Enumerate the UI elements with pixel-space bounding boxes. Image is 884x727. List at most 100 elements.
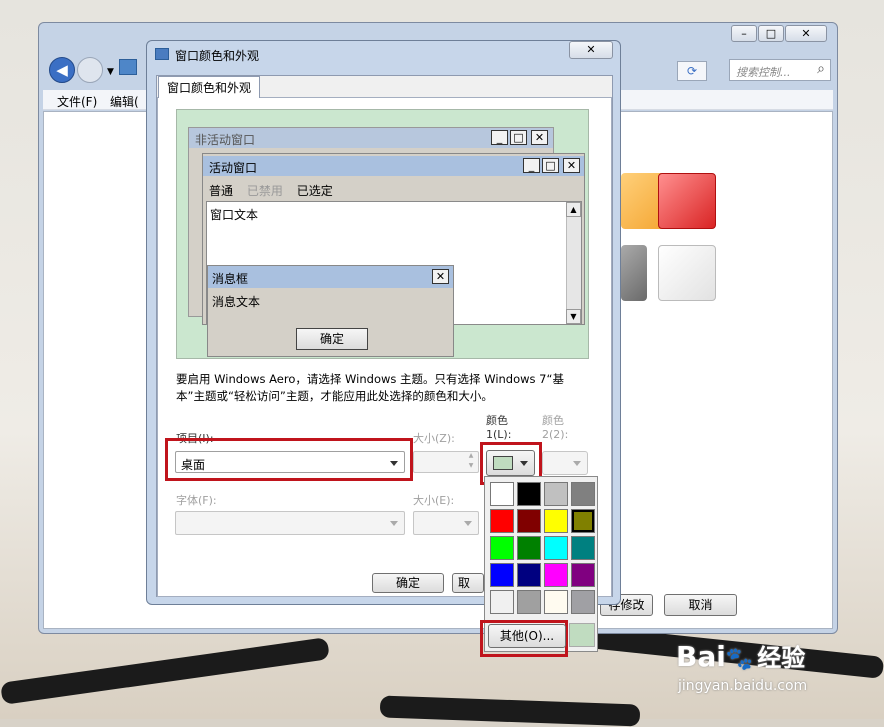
color-swatch[interactable] bbox=[517, 482, 541, 506]
color-swatch[interactable] bbox=[490, 509, 514, 533]
minimize-icon: _ bbox=[491, 130, 508, 145]
refresh-icon[interactable]: ⟳ bbox=[677, 61, 707, 81]
search-placeholder: 搜索控制... bbox=[736, 66, 791, 79]
close-icon: ✕ bbox=[531, 130, 548, 145]
window-text: 窗口文本 bbox=[210, 208, 259, 222]
inactive-title: 非活动窗口 bbox=[195, 133, 256, 147]
theme-color-tile[interactable] bbox=[621, 245, 647, 301]
menu-edit[interactable]: 编辑( bbox=[110, 93, 139, 110]
cancel-button[interactable]: 取 bbox=[452, 573, 484, 593]
other-colors-button[interactable]: 其他(O)... bbox=[488, 624, 566, 648]
color-swatch[interactable] bbox=[517, 590, 541, 614]
dialog-close-button[interactable]: ✕ bbox=[569, 41, 613, 59]
active-title-bar: 活动窗口 _ □ ✕ bbox=[203, 156, 584, 176]
forward-icon[interactable] bbox=[77, 57, 103, 83]
preview-menu: 普通 已禁用 已选定 bbox=[209, 182, 333, 199]
maximize-icon: □ bbox=[510, 130, 527, 145]
baidu-brand-cn: 经验 bbox=[757, 644, 806, 672]
chevron-down-icon bbox=[573, 461, 581, 466]
ok-label: 确定 bbox=[395, 576, 420, 590]
menu-disabled: 已禁用 bbox=[246, 184, 283, 198]
info-line: 要启用 Windows Aero，请选择 Windows 主题。只有选择 Win… bbox=[176, 372, 564, 386]
history-dropdown-icon[interactable]: ▼ bbox=[107, 67, 114, 77]
message-title-bar: 消息框 ✕ bbox=[208, 266, 453, 288]
close-icon: ✕ bbox=[563, 158, 580, 173]
back-icon[interactable]: ◀ bbox=[49, 57, 75, 83]
paw-icon: 🐾 bbox=[725, 647, 754, 672]
color1-label: 颜色 bbox=[486, 414, 508, 427]
info-text: 要启用 Windows Aero，请选择 Windows 主题。只有选择 Win… bbox=[176, 371, 606, 405]
font-size-select bbox=[413, 511, 479, 535]
color-swatch[interactable] bbox=[517, 536, 541, 560]
maximize-button[interactable]: □ bbox=[758, 25, 784, 42]
color1-label-key: 1(L): bbox=[486, 428, 512, 441]
color1-button[interactable] bbox=[486, 450, 535, 476]
theme-color-tile[interactable] bbox=[658, 173, 716, 229]
inactive-title-bar: 非活动窗口 _ □ ✕ bbox=[189, 128, 553, 148]
font-label: 字体(F): bbox=[176, 494, 217, 507]
control-panel-icon bbox=[119, 59, 137, 75]
message-ok-label: 确定 bbox=[319, 332, 344, 346]
color-swatch[interactable] bbox=[571, 482, 595, 506]
close-button[interactable]: ✕ bbox=[785, 25, 827, 42]
theme-color-tile[interactable] bbox=[658, 245, 716, 301]
color1-swatch bbox=[493, 456, 513, 470]
color-swatch[interactable] bbox=[544, 590, 568, 614]
scrollbar-track bbox=[566, 217, 581, 309]
font-select bbox=[175, 511, 405, 535]
cancel-button[interactable]: 取消 bbox=[664, 594, 737, 616]
active-title: 活动窗口 bbox=[209, 161, 258, 175]
color-swatch[interactable] bbox=[544, 509, 568, 533]
color-swatch[interactable] bbox=[571, 536, 595, 560]
cancel-label: 取消 bbox=[688, 598, 713, 612]
search-icon[interactable]: ⌕ bbox=[817, 61, 825, 77]
color-swatch[interactable] bbox=[517, 563, 541, 587]
color2-label: 颜色 bbox=[542, 414, 564, 427]
item-select[interactable]: 桌面 bbox=[175, 451, 405, 473]
color-swatch[interactable] bbox=[571, 509, 595, 533]
spin-down-icon: ▼ bbox=[468, 462, 474, 469]
close-icon: ✕ bbox=[432, 269, 449, 284]
color-swatch[interactable] bbox=[571, 563, 595, 587]
ok-button[interactable]: 确定 bbox=[372, 573, 444, 593]
color-swatch[interactable] bbox=[544, 563, 568, 587]
minimize-button[interactable]: – bbox=[731, 25, 757, 42]
current-color-swatch bbox=[569, 623, 595, 647]
color-swatch[interactable] bbox=[544, 536, 568, 560]
color-swatch[interactable] bbox=[490, 563, 514, 587]
size-label: 大小(Z): bbox=[413, 432, 455, 445]
chevron-down-icon bbox=[390, 521, 398, 526]
size-spinner: ▲ ▼ bbox=[413, 451, 479, 473]
preview-message-box: 消息框 ✕ 消息文本 确定 bbox=[207, 265, 454, 357]
menu-file[interactable]: 文件(F) bbox=[57, 93, 97, 110]
other-colors-label: 其他(O)... bbox=[499, 629, 555, 643]
color-swatch[interactable] bbox=[490, 590, 514, 614]
cancel-label: 取 bbox=[458, 576, 471, 590]
color-swatch[interactable] bbox=[517, 509, 541, 533]
baidu-brand: Bai bbox=[676, 640, 726, 673]
color2-button bbox=[542, 451, 588, 475]
color-swatch[interactable] bbox=[490, 482, 514, 506]
maximize-icon: □ bbox=[542, 158, 559, 173]
chevron-down-icon bbox=[464, 521, 472, 526]
item-select-value: 桌面 bbox=[181, 458, 206, 472]
info-line: 本”主题或“轻松访问”主题，才能应用此处选择的颜色和大小。 bbox=[176, 389, 493, 403]
tab-window-color[interactable]: 窗口颜色和外观 bbox=[158, 76, 260, 98]
message-ok-button: 确定 bbox=[296, 328, 368, 350]
dialog-title: 窗口颜色和外观 bbox=[175, 49, 260, 63]
menu-normal: 普通 bbox=[209, 184, 234, 198]
message-text: 消息文本 bbox=[212, 295, 261, 309]
spin-up-icon: ▲ bbox=[468, 452, 474, 459]
font-size-label: 大小(E): bbox=[413, 494, 455, 507]
color2-label-key: 2(2): bbox=[542, 428, 569, 441]
baidu-logo: Bai🐾 经验 bbox=[676, 638, 805, 673]
search-input[interactable]: 搜索控制... ⌕ bbox=[729, 59, 831, 81]
scroll-up-icon: ▲ bbox=[566, 202, 581, 217]
minimize-icon: _ bbox=[523, 158, 540, 173]
color-swatch[interactable] bbox=[544, 482, 568, 506]
color-swatch[interactable] bbox=[490, 536, 514, 560]
color-swatch[interactable] bbox=[571, 590, 595, 614]
chevron-down-icon bbox=[520, 461, 528, 466]
scroll-down-icon: ▼ bbox=[566, 309, 581, 324]
menu-selected: 已选定 bbox=[296, 184, 333, 198]
